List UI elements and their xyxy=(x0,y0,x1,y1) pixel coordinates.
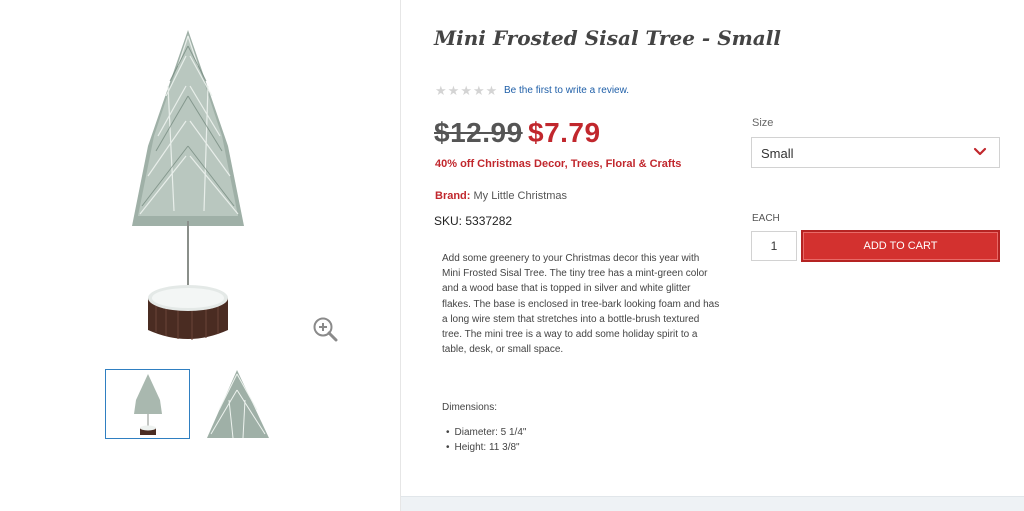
brand-label: Brand: xyxy=(435,190,471,202)
zoom-in-icon[interactable] xyxy=(312,316,338,342)
thumbnail-closeup-tree-image xyxy=(197,370,280,439)
dimension-item: Height: 11 3/8" xyxy=(446,440,526,455)
dimension-item: Diameter: 5 1/4" xyxy=(446,425,527,440)
dimensions-list: Diameter: 5 1/4" Height: 11 3/8" xyxy=(446,425,527,455)
star-icon: ★ xyxy=(485,83,498,98)
product-description: Add some greenery to your Christmas deco… xyxy=(442,253,720,356)
size-label: Size xyxy=(752,117,774,129)
brand-value: My Little Christmas xyxy=(473,190,568,202)
star-icon: ★ xyxy=(447,83,460,98)
star-icon: ★ xyxy=(472,83,485,98)
bottom-band xyxy=(401,496,1024,511)
sale-price: $7.79 xyxy=(528,117,601,148)
size-selected-value: Small xyxy=(761,146,794,161)
write-review-link[interactable]: Be the first to write a review. xyxy=(504,85,629,96)
tree-foliage xyxy=(132,30,244,226)
brand-line: Brand: My Little Christmas xyxy=(435,190,567,202)
thumbnail-closeup-tree[interactable] xyxy=(196,369,281,439)
original-price: $12.99 xyxy=(434,117,523,148)
unit-label: EACH xyxy=(752,213,780,224)
star-icon: ★ xyxy=(460,83,472,98)
column-divider xyxy=(400,0,401,511)
product-main-image[interactable] xyxy=(108,26,268,350)
tree-base xyxy=(148,285,228,340)
product-gallery xyxy=(0,0,400,511)
sku-text: SKU: 5337282 xyxy=(434,214,513,228)
quantity-input[interactable] xyxy=(751,231,797,261)
star-icon: ★ xyxy=(435,83,447,98)
chevron-down-icon xyxy=(973,147,987,156)
size-dropdown[interactable]: Small xyxy=(751,137,1000,168)
rating-stars: ★ ★ ★ ★ ★ xyxy=(435,84,497,97)
add-to-cart-button[interactable]: ADD TO CART xyxy=(801,230,1000,262)
thumbnail-full-tree[interactable] xyxy=(105,369,190,439)
promo-text: 40% off Christmas Decor, Trees, Floral &… xyxy=(435,158,682,170)
dimensions-title: Dimensions: xyxy=(442,402,498,413)
thumbnail-full-tree-image xyxy=(134,374,162,435)
product-title: Mini Frosted Sisal Tree - Small xyxy=(434,26,781,50)
